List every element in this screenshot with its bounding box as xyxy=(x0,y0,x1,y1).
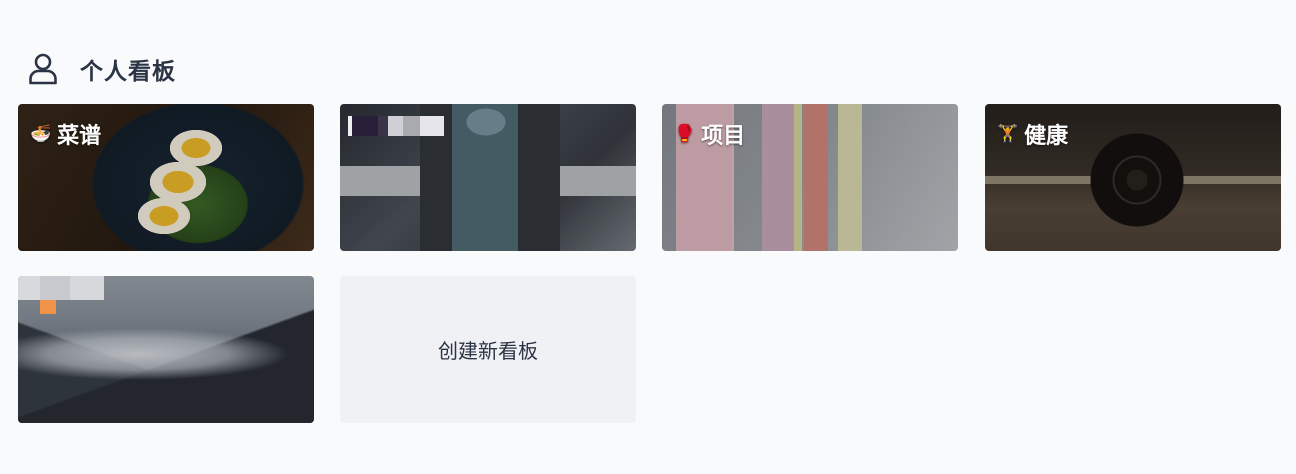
boxing-glove-icon: 🥊 xyxy=(674,123,696,144)
board-title: 🥊 项目 xyxy=(674,118,745,150)
board-title-text: 健康 xyxy=(1024,124,1069,149)
pixelated-board-title xyxy=(18,276,104,316)
board-card-city[interactable] xyxy=(340,104,636,251)
noodle-bowl-icon: 🍜 xyxy=(30,123,52,144)
board-card-mountains[interactable] xyxy=(18,276,314,423)
create-new-board-button[interactable]: 创建新看板 xyxy=(340,276,636,423)
board-title: 🍜 菜谱 xyxy=(30,118,101,150)
board-title-text: 项目 xyxy=(701,124,746,149)
board-card-health[interactable]: 🏋 健康 xyxy=(985,104,1281,251)
board-card-recipes[interactable]: 🍜 菜谱 xyxy=(18,104,314,251)
section-header: 个人看板 xyxy=(28,52,176,86)
section-title: 个人看板 xyxy=(80,59,176,85)
board-card-projects[interactable]: 🥊 项目 xyxy=(662,104,958,251)
weightlifter-icon: 🏋 xyxy=(997,123,1019,144)
board-title: 🏋 健康 xyxy=(997,118,1068,150)
board-title-text: 菜谱 xyxy=(57,124,102,149)
person-icon xyxy=(29,53,57,85)
pixelated-board-title xyxy=(348,116,444,136)
